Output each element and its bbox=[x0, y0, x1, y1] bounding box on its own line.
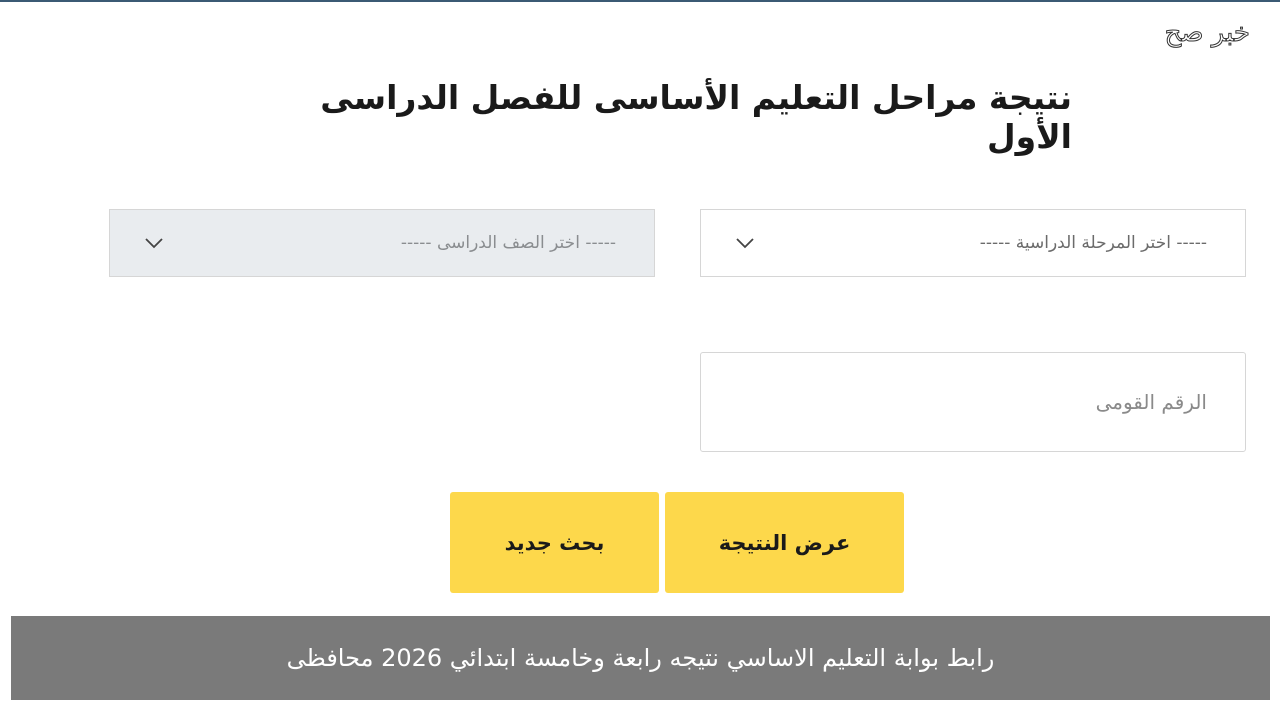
page-title: نتيجة مراحل التعليم الأساسى للفصل الدراس… bbox=[320, 78, 1072, 156]
stage-select-value: ----- اختر المرحلة الدراسية ----- bbox=[979, 233, 1207, 253]
caption-text: رابط بوابة التعليم الاساسي نتيجه رابعة و… bbox=[286, 644, 995, 672]
chevron-down-icon bbox=[134, 237, 174, 249]
watermark-logo: خبر صح bbox=[1164, 18, 1250, 49]
new-search-button[interactable]: بحث جديد bbox=[450, 492, 659, 593]
caption-bar: رابط بوابة التعليم الاساسي نتيجه رابعة و… bbox=[11, 616, 1270, 700]
top-border-line bbox=[0, 0, 1280, 2]
national-id-field-wrapper bbox=[700, 352, 1246, 452]
show-result-button[interactable]: عرض النتيجة bbox=[665, 492, 904, 593]
chevron-down-icon bbox=[725, 237, 765, 249]
stage-select[interactable]: ----- اختر المرحلة الدراسية ----- bbox=[700, 209, 1246, 277]
national-id-input[interactable] bbox=[701, 353, 1245, 451]
grade-select-value: ----- اختر الصف الدراسى ----- bbox=[400, 233, 616, 253]
grade-select[interactable]: ----- اختر الصف الدراسى ----- bbox=[109, 209, 655, 277]
